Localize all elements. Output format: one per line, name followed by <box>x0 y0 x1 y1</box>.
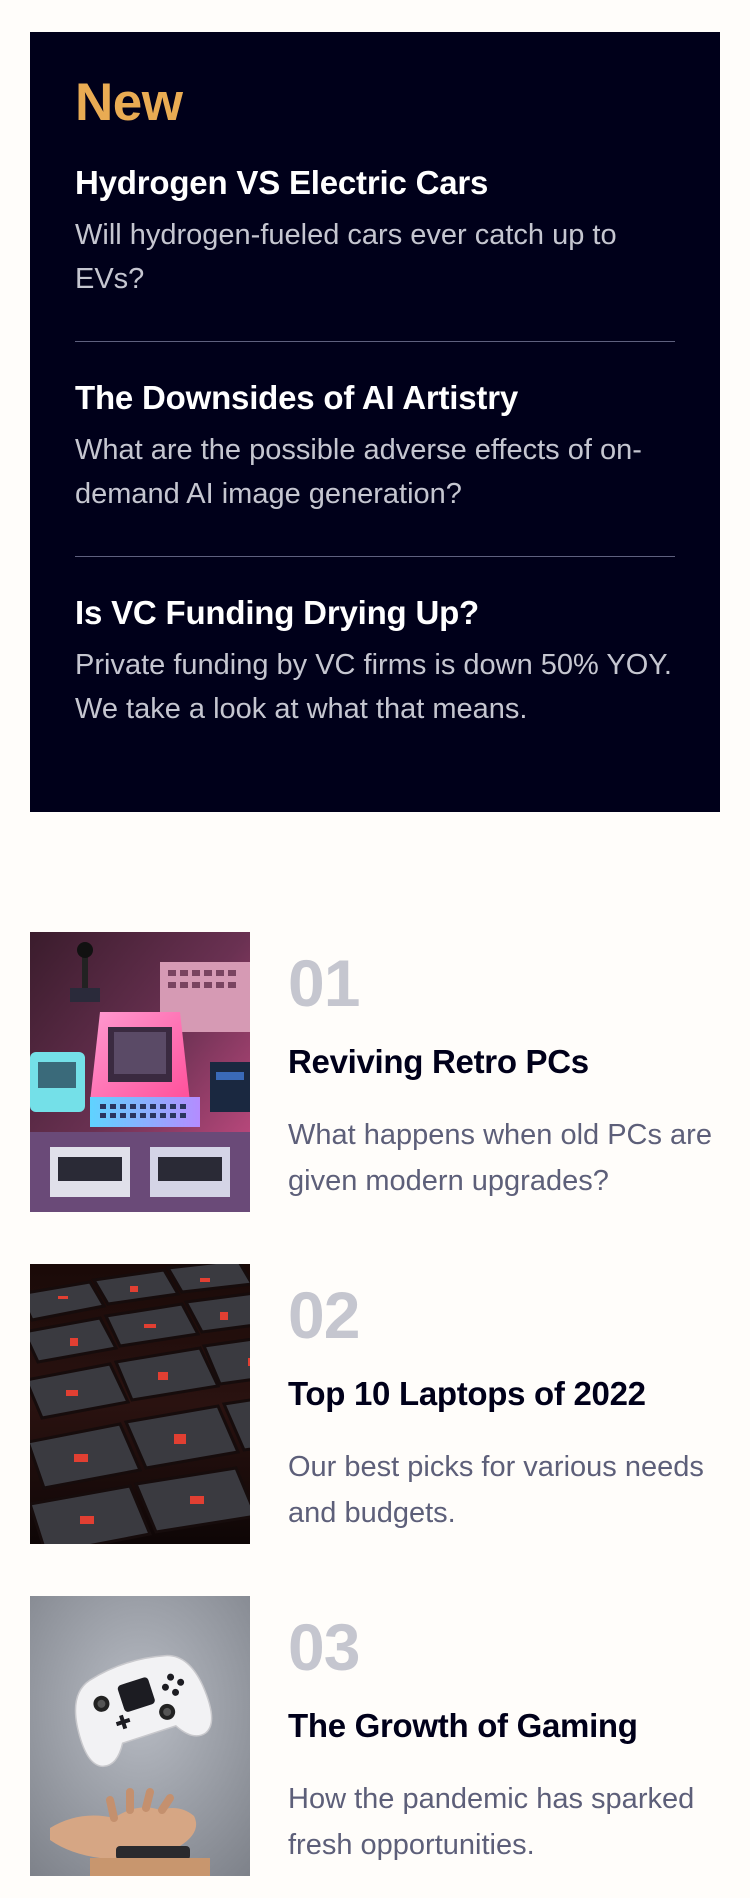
article-text: 01 Reviving Retro PCs What happens when … <box>288 932 728 1204</box>
article-number: 02 <box>288 1278 360 1352</box>
retro-pc-image[interactable] <box>30 932 250 1212</box>
article-title[interactable]: Reviving Retro PCs <box>288 1042 728 1082</box>
laptop-keyboard-image[interactable] <box>30 1264 250 1544</box>
new-item-ai-artistry[interactable]: The Downsides of AI Artistry What are th… <box>75 378 675 557</box>
article-number: 01 <box>288 946 360 1020</box>
article-description: What happens when old PCs are given mode… <box>288 1119 712 1197</box>
new-item-description: Will hydrogen-fueled cars ever catch up … <box>75 219 617 295</box>
new-item-hydrogen[interactable]: Hydrogen VS Electric Cars Will hydrogen-… <box>75 163 675 342</box>
article-text: 03 The Growth of Gaming How the pandemic… <box>288 1596 728 1868</box>
article-title[interactable]: The Growth of Gaming <box>288 1706 728 1746</box>
new-item-title[interactable]: Is VC Funding Drying Up? <box>75 593 675 633</box>
article-text: 02 Top 10 Laptops of 2022 Our best picks… <box>288 1264 728 1536</box>
new-item-description: Private funding by VC firms is down 50% … <box>75 649 672 725</box>
new-heading: New <box>75 73 183 132</box>
game-controller-image[interactable] <box>30 1596 250 1876</box>
new-item-description: What are the possible adverse effects of… <box>75 434 642 510</box>
article-number: 03 <box>288 1610 360 1684</box>
article-card-top-laptops[interactable]: 02 Top 10 Laptops of 2022 Our best picks… <box>30 1264 720 1544</box>
new-item-title[interactable]: Hydrogen VS Electric Cars <box>75 163 675 203</box>
article-description: How the pandemic has sparked fresh oppor… <box>288 1783 695 1861</box>
article-card-retro-pcs[interactable]: 01 Reviving Retro PCs What happens when … <box>30 932 720 1212</box>
new-articles-panel: New Hydrogen VS Electric Cars Will hydro… <box>30 32 720 812</box>
new-item-vc-funding[interactable]: Is VC Funding Drying Up? Private funding… <box>75 593 675 731</box>
article-title[interactable]: Top 10 Laptops of 2022 <box>288 1374 728 1414</box>
article-card-growth-gaming[interactable]: 03 The Growth of Gaming How the pandemic… <box>30 1596 720 1876</box>
article-description: Our best picks for various needs and bud… <box>288 1451 704 1529</box>
new-item-title[interactable]: The Downsides of AI Artistry <box>75 378 675 418</box>
